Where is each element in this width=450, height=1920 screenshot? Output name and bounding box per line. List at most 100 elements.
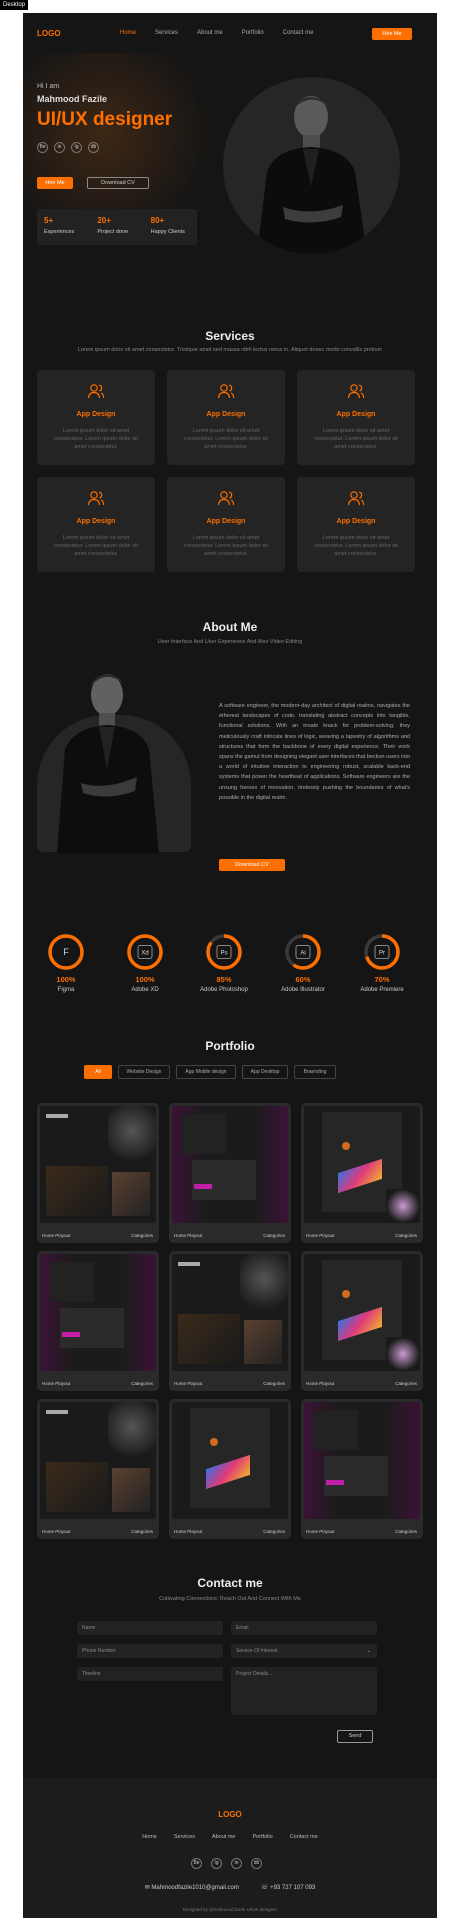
behance-icon[interactable]: Be [37, 142, 48, 153]
hero-role: UI/UX designer [37, 109, 173, 130]
portrait-figure [257, 96, 367, 254]
nav-contact[interactable]: Contact me [283, 30, 314, 36]
mail-icon: ✉ [144, 1885, 150, 1891]
service-desc: Lorem ipsum dolor sit amet consectetur. … [314, 428, 398, 450]
timeline-input[interactable]: Timeline [77, 1667, 223, 1681]
top-nav: LOGO Home Services About me Portfolio Co… [23, 13, 437, 57]
contact-title: Contact me [197, 1576, 263, 1590]
service-select[interactable]: Service Of Interest ⌄ [231, 1644, 377, 1658]
portfolio-category: Categories [131, 1381, 153, 1386]
users-icon [87, 491, 105, 506]
portfolio-caption: Home Playout [306, 1233, 335, 1238]
footer-link-home[interactable]: Home [142, 1834, 157, 1840]
logo[interactable]: LOGO [37, 29, 61, 38]
dribbble-icon[interactable]: db [251, 1858, 262, 1869]
skill-percent: 70% [374, 975, 390, 984]
skill-label: Adobe Premiere [360, 987, 404, 993]
service-card[interactable]: App Design Lorem ipsum dolor sit amet co… [37, 477, 155, 572]
skill-photoshop: Ps 85% Adobe Photoshop [189, 933, 259, 993]
portfolio-item[interactable]: Home Playout Categories [301, 1251, 423, 1391]
dribbble-icon[interactable]: db [88, 142, 99, 153]
skill-premiere: Pr 70% Adobe Premiere [347, 933, 417, 993]
tab-branding[interactable]: Braending [294, 1065, 336, 1079]
skill-percent: 100% [135, 975, 155, 984]
service-desc: Lorem ipsum dolor sit amet consectetur. … [184, 535, 268, 557]
footer-link-about[interactable]: About me [212, 1834, 236, 1840]
hero-greeting: Hi I am [37, 83, 60, 90]
portfolio-page: LOGO Home Services About me Portfolio Co… [23, 13, 437, 1918]
skill-illustrator: Ai 60% Adobe Illustrator [268, 933, 338, 993]
nav-services[interactable]: Services [155, 30, 178, 36]
hire-me-button[interactable]: Hire Me [372, 28, 412, 40]
portfolio-item[interactable]: Home Playout Categories [301, 1103, 423, 1243]
portfolio-caption: Home Playout [42, 1381, 71, 1386]
portfolio-category: Categories [395, 1233, 417, 1238]
hero-portrait [223, 77, 400, 254]
figma-progress-ring: F [48, 934, 84, 970]
tab-website-design[interactable]: Website Design [118, 1065, 170, 1079]
linkedin-icon[interactable]: in [231, 1858, 242, 1869]
project-details-textarea[interactable]: Project Details... [231, 1667, 377, 1715]
service-card[interactable]: App Design Lorem ipsum dolor sit amet co… [297, 370, 415, 465]
footer-phone[interactable]: ☏ +93 727 107 093 [261, 1884, 315, 1891]
hero-name: Mahmood Fazile [37, 94, 108, 104]
nav-home[interactable]: Home [120, 30, 136, 36]
footer-link-portfolio[interactable]: Portfolio [253, 1834, 273, 1840]
tab-all[interactable]: All [84, 1065, 112, 1079]
users-icon [217, 491, 235, 506]
premiere-icon: Pr [379, 951, 385, 957]
phone-input[interactable]: Phone Number [77, 1644, 223, 1658]
name-input[interactable]: Name [77, 1621, 223, 1635]
service-card[interactable]: App Design Lorem ipsum dolor sit amet co… [37, 370, 155, 465]
nav-about[interactable]: About me [197, 30, 223, 36]
about-portrait [57, 674, 159, 853]
portfolio-thumbnail [304, 1402, 420, 1519]
instagram-icon[interactable]: Ig [71, 142, 82, 153]
footer-link-services[interactable]: Services [174, 1834, 195, 1840]
stat-projects: 20+ Project done [97, 216, 129, 235]
premiere-progress-ring: Pr [364, 934, 400, 970]
service-title: App Design [336, 411, 376, 418]
portfolio-item[interactable]: Home Playout Categories [37, 1399, 159, 1539]
portfolio-item[interactable]: Home Playout Categories [169, 1103, 291, 1243]
footer-link-contact[interactable]: Contact me [290, 1834, 318, 1840]
portfolio-item[interactable]: Home Playout Categories [301, 1399, 423, 1539]
portfolio-caption: Home Playout [306, 1381, 335, 1386]
email-input[interactable]: Email [231, 1621, 377, 1635]
portfolio-item[interactable]: Home Playout Categories [37, 1103, 159, 1243]
portfolio-item[interactable]: Home Playout Categories [37, 1251, 159, 1391]
footer-email[interactable]: ✉ Mahmoodfazile1010@gmail.com [145, 1884, 239, 1891]
tab-app-desktop[interactable]: App Desktop [242, 1065, 288, 1079]
service-card[interactable]: App Design Lorem ipsum dolor sit amet co… [167, 477, 285, 572]
instagram-icon[interactable]: Ig [211, 1858, 222, 1869]
portfolio-thumbnail [40, 1254, 156, 1371]
photoshop-progress-ring: Ps [206, 934, 242, 970]
portfolio-grid: Home Playout Categories Home Playout Categ… [37, 1103, 423, 1539]
portfolio-item[interactable]: Home Playout Categories [169, 1399, 291, 1539]
hero-download-cv-button[interactable]: Download CV [87, 177, 149, 189]
tab-app-mobile-design[interactable]: App Mobile design [176, 1065, 236, 1079]
footer-logo[interactable]: LOGO [23, 1810, 437, 1819]
service-desc: Lorem ipsum dolor sit amet consectetur. … [184, 428, 268, 450]
service-card[interactable]: App Design Lorem ipsum dolor sit amet co… [297, 477, 415, 572]
portfolio-category: Categories [263, 1529, 285, 1534]
footer-links: Home Services About me Portfolio Contact… [23, 1834, 437, 1840]
service-card[interactable]: App Design Lorem ipsum dolor sit amet co… [167, 370, 285, 465]
portfolio-caption: Home Playout [42, 1233, 71, 1238]
portfolio-category: Categories [395, 1381, 417, 1386]
hero-hire-button[interactable]: Hire Me [37, 177, 73, 189]
photoshop-icon: Ps [220, 951, 227, 957]
phone-icon: ☏ [260, 1885, 269, 1891]
linkedin-icon[interactable]: in [54, 142, 65, 153]
service-select-value: Service Of Interest [236, 1648, 278, 1654]
send-button[interactable]: Send [337, 1730, 373, 1743]
portfolio-item[interactable]: Home Playout Categories [169, 1251, 291, 1391]
about-download-cv-button[interactable]: Download CV [219, 859, 285, 871]
skill-percent: 100% [56, 975, 76, 984]
nav-portfolio[interactable]: Portfolio [242, 30, 264, 36]
skill-label: Adobe Photoshop [200, 987, 248, 993]
behance-icon[interactable]: Be [191, 1858, 202, 1869]
nav-links: Home Services About me Portfolio Contact… [120, 30, 313, 36]
portfolio-category: Categories [395, 1529, 417, 1534]
hero-stats: 5+ Experiences 20+ Project done 80+ Happy C… [37, 209, 197, 245]
